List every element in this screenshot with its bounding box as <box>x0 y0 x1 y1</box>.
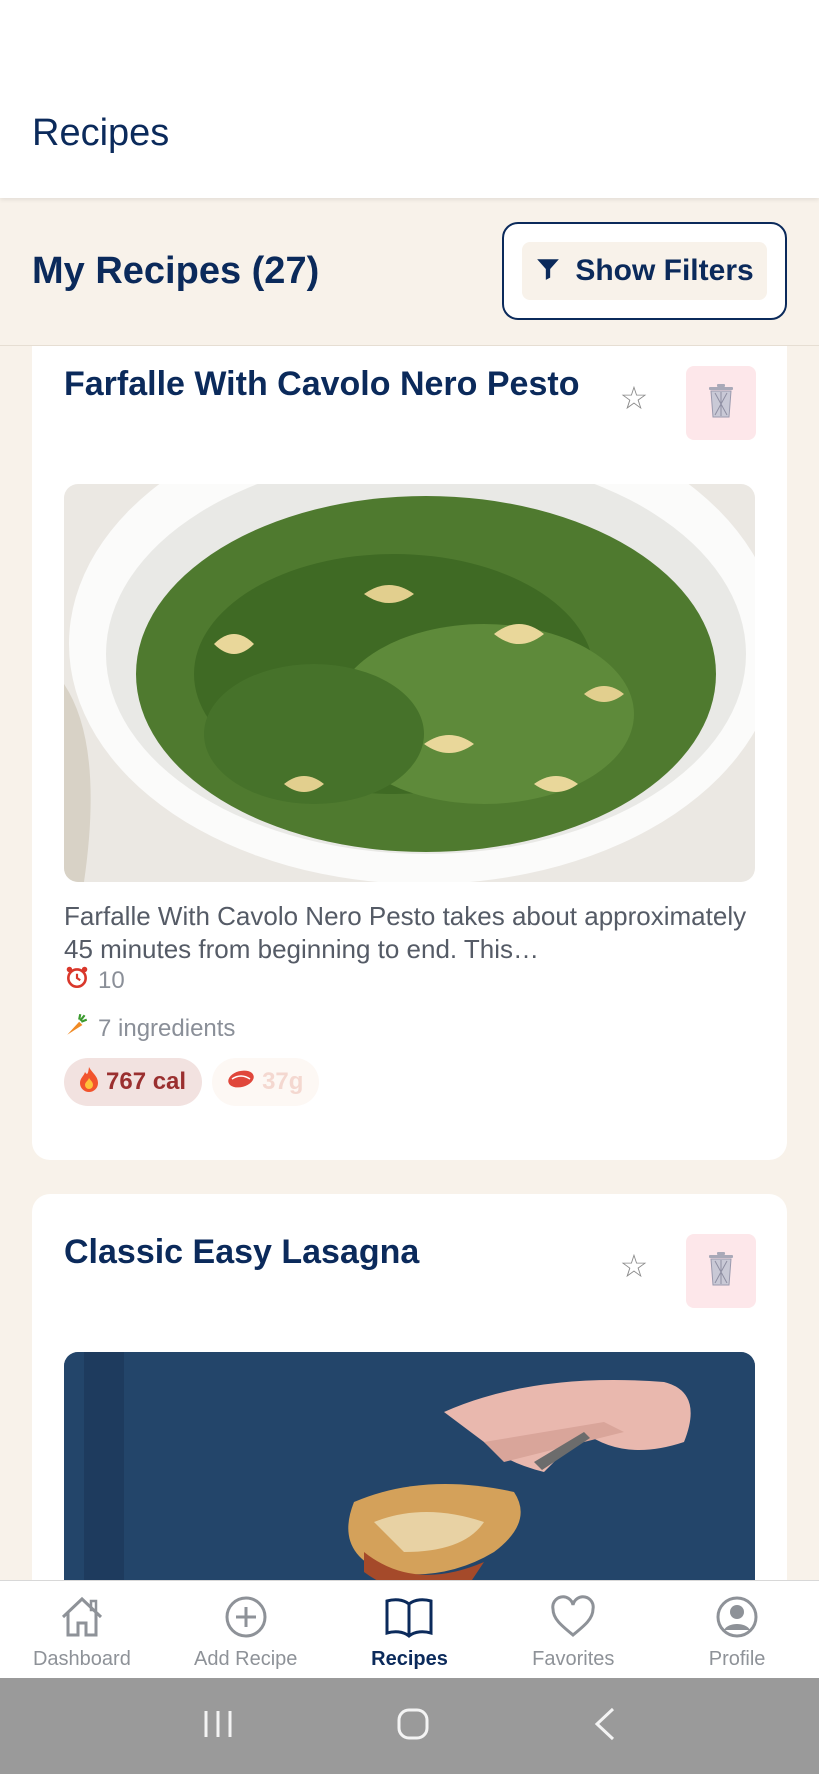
show-filters-label: Show Filters <box>575 254 754 287</box>
nav-label-profile: Profile <box>708 1648 766 1670</box>
back-icon[interactable] <box>591 1706 619 1747</box>
home-icon <box>58 1595 106 1644</box>
nav-item-favorites[interactable]: Favorites <box>491 1581 655 1678</box>
book-icon <box>384 1595 434 1644</box>
bottom-navigation: Dashboard Add Recipe Recipes Favorites P… <box>0 1580 819 1678</box>
protein-value: 37g <box>262 1068 304 1095</box>
app-header: Recipes <box>0 0 819 198</box>
recipe-ingredients: 7 ingredients <box>64 1012 235 1045</box>
user-icon <box>715 1595 759 1644</box>
nav-item-recipes[interactable]: Recipes <box>328 1581 492 1678</box>
recipe-image-pesto-pasta[interactable] <box>64 484 755 882</box>
page-title: Recipes <box>32 112 170 154</box>
calories-value: 767 cal <box>106 1068 187 1095</box>
nutrition-chips: 767 cal 37g <box>64 1058 320 1106</box>
meat-icon <box>226 1068 256 1097</box>
show-filters-button-inner: Show Filters <box>522 242 767 300</box>
nav-item-add-recipe[interactable]: Add Recipe <box>164 1581 328 1678</box>
recipe-list[interactable]: Farfalle With Cavolo Nero Pesto ☆ Farfal… <box>0 346 819 1580</box>
recipe-title[interactable]: Farfalle With Cavolo Nero Pesto <box>64 364 594 405</box>
system-navigation-bar <box>0 1678 819 1774</box>
recipe-card[interactable]: Classic Easy Lasagna ☆ <box>32 1194 787 1580</box>
fire-icon <box>78 1066 100 1099</box>
ingredient-count: 7 ingredients <box>98 1014 236 1042</box>
calories-chip: 767 cal <box>64 1058 203 1106</box>
show-filters-button[interactable]: Show Filters <box>502 222 787 320</box>
favorite-star-icon[interactable]: ☆ <box>612 1244 656 1288</box>
protein-chip: 37g <box>212 1058 320 1106</box>
nav-label-favorites: Favorites <box>532 1648 615 1670</box>
nav-label-dashboard: Dashboard <box>32 1648 131 1670</box>
recipe-title[interactable]: Classic Easy Lasagna <box>64 1232 594 1273</box>
home-button-icon[interactable] <box>395 1706 431 1747</box>
nav-label-add-recipe: Add Recipe <box>193 1648 298 1670</box>
section-header: My Recipes (27) Show Filters <box>0 198 819 346</box>
favorite-star-icon[interactable]: ☆ <box>612 376 656 420</box>
trash-icon <box>706 383 736 424</box>
recipe-time-value: 10 <box>98 966 125 994</box>
recipe-time: 10 <box>64 964 125 997</box>
recipe-description: Farfalle With Cavolo Nero Pesto takes ab… <box>64 901 747 964</box>
delete-button[interactable] <box>686 1234 756 1308</box>
nav-label-recipes: Recipes <box>371 1648 448 1670</box>
heart-icon <box>550 1595 596 1644</box>
nav-item-profile[interactable]: Profile <box>655 1581 819 1678</box>
delete-button[interactable] <box>686 366 756 440</box>
recipes-count-title: My Recipes (27) <box>32 250 320 292</box>
recipe-image-lasagna[interactable] <box>64 1352 755 1580</box>
carrot-icon <box>64 1012 90 1045</box>
trash-icon <box>706 1251 736 1292</box>
recipe-card[interactable]: Farfalle With Cavolo Nero Pesto ☆ Farfal… <box>32 346 787 1160</box>
plus-circle-icon <box>224 1595 268 1644</box>
nav-item-dashboard[interactable]: Dashboard <box>0 1581 164 1678</box>
alarm-clock-icon <box>64 964 90 997</box>
filter-icon <box>535 256 561 287</box>
recent-apps-icon[interactable] <box>200 1708 236 1745</box>
